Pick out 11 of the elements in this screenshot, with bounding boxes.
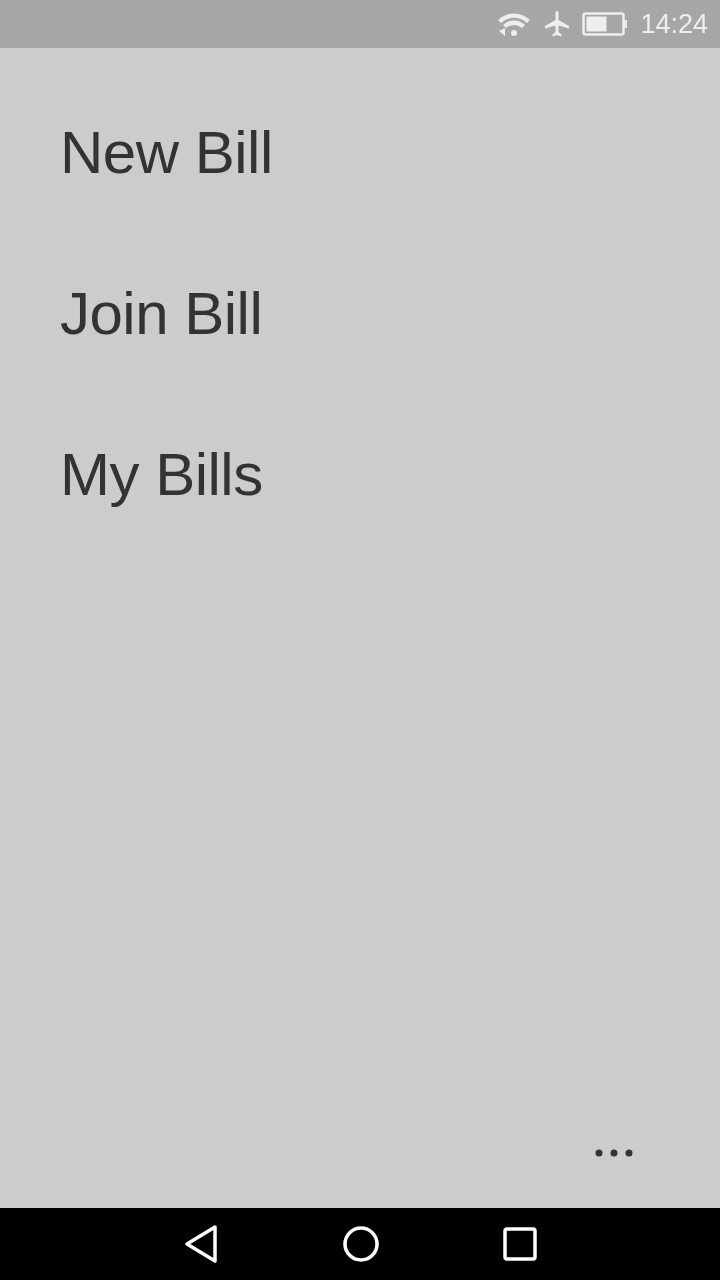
status-time: 14:24 (640, 8, 708, 40)
home-icon[interactable] (343, 1226, 379, 1262)
recents-icon[interactable] (503, 1227, 537, 1261)
menu-item[interactable]: My Bills (60, 434, 263, 515)
more-options-icon[interactable] (594, 1148, 634, 1158)
battery-icon (582, 12, 629, 36)
menu-item[interactable]: New Bill (60, 112, 273, 193)
airplane-icon (544, 10, 571, 38)
back-icon[interactable] (183, 1225, 219, 1263)
wifi-icon (496, 11, 533, 37)
menu-item[interactable]: Join Bill (60, 273, 263, 354)
